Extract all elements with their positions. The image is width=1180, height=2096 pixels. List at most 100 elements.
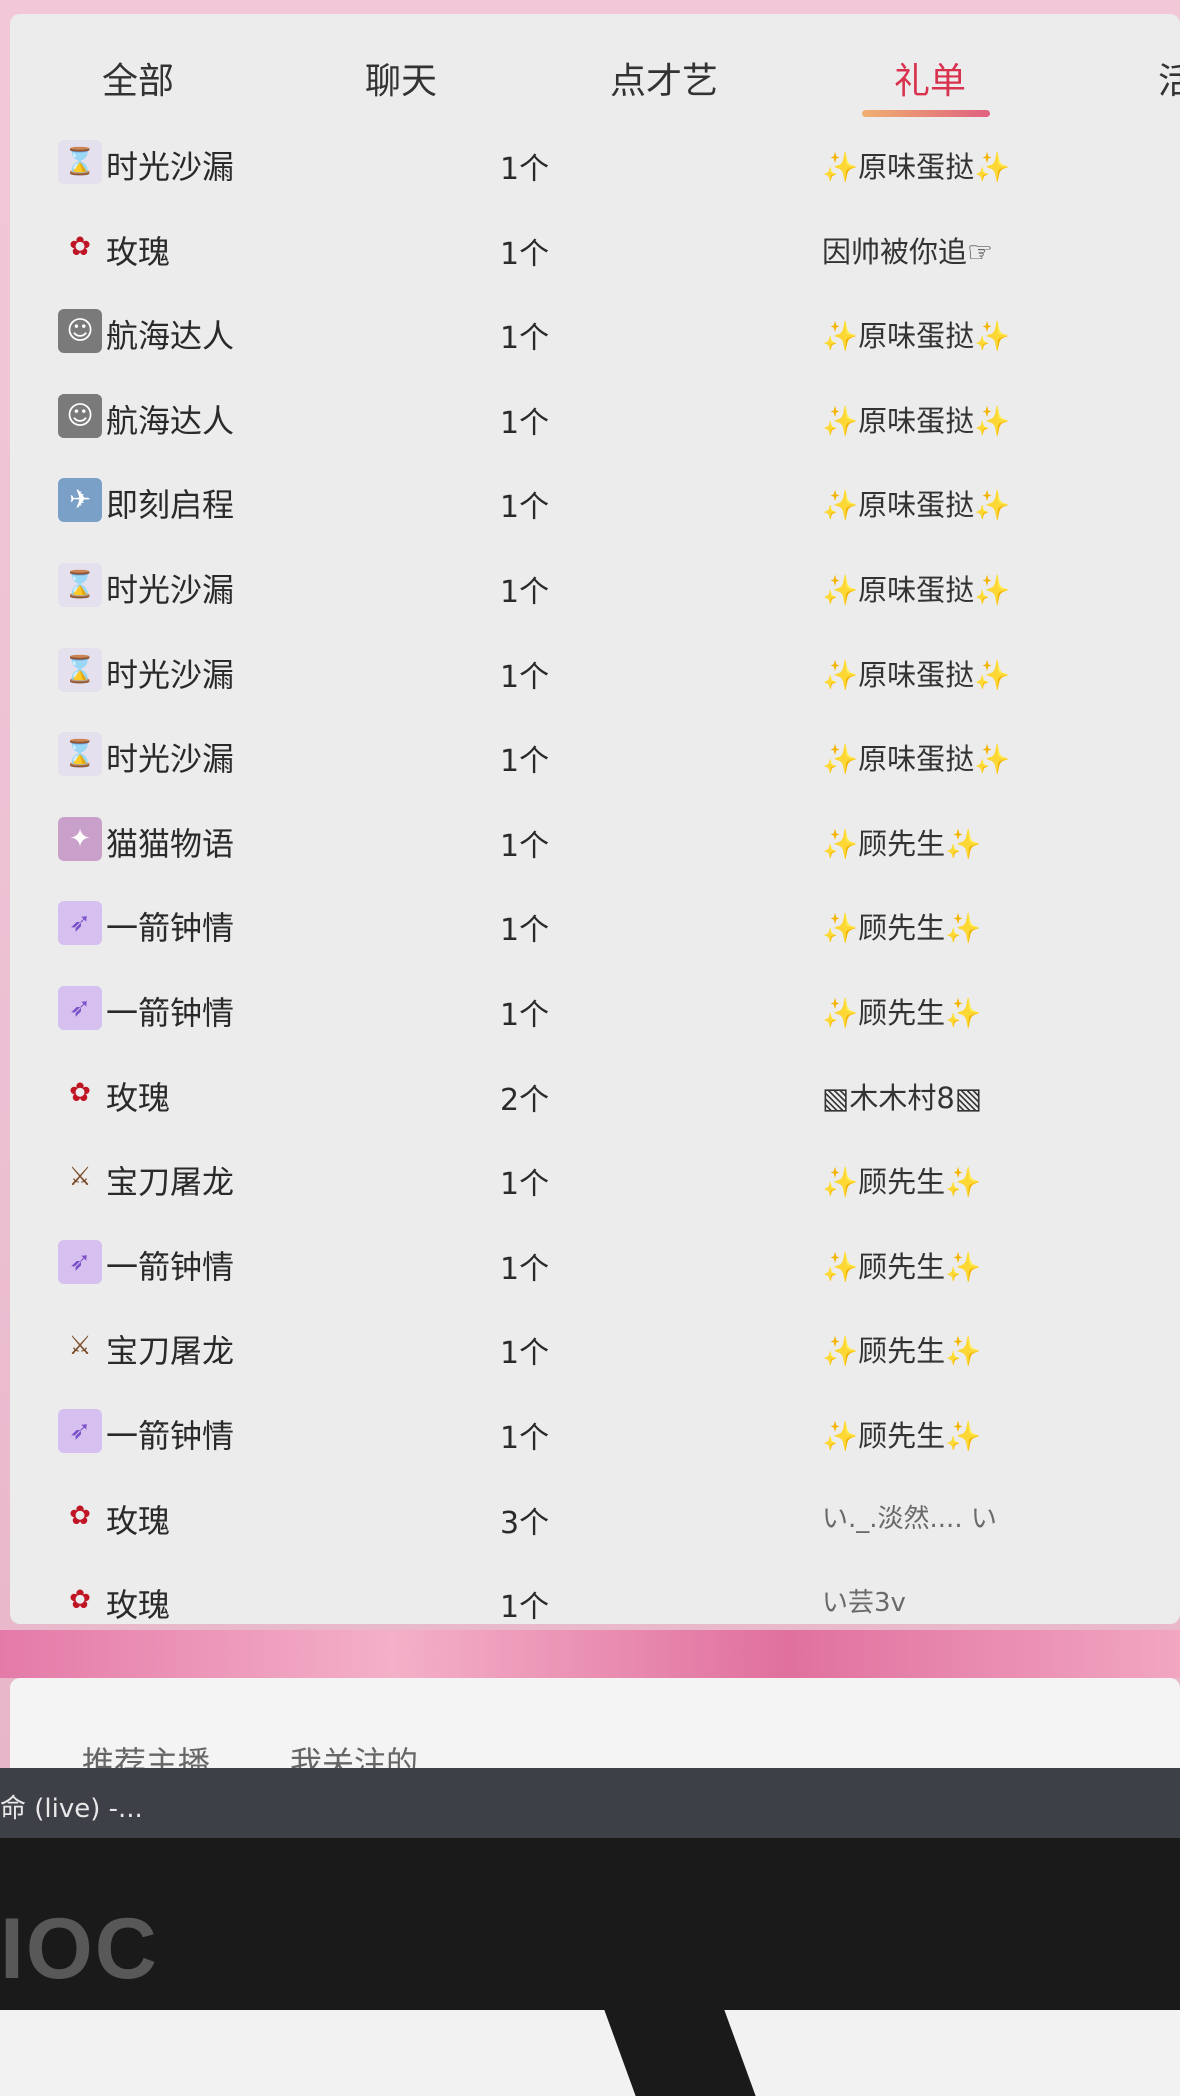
sender-name[interactable]: ✨顾先生✨ — [822, 1244, 981, 1286]
gift-count: 1个 — [500, 913, 550, 949]
sender-name[interactable]: ✨原味蛋挞✨ — [822, 567, 1010, 609]
gift-row: ✦ 猫猫物语 1个 ✨顾先生✨ — [10, 797, 1180, 881]
gift-name: 即刻启程 — [106, 486, 235, 525]
gift-row: ⌛ 时光沙漏 1个 ✨原味蛋挞✨ — [10, 712, 1180, 796]
gift-row: ⌛ 时光沙漏 1个 ✨原味蛋挞✨ — [10, 628, 1180, 712]
hourglass-icon: ⌛ — [58, 140, 102, 184]
gift-count: 2个 — [500, 1082, 550, 1118]
gift-name: 时光沙漏 — [106, 148, 235, 186]
gift-count: 1个 — [500, 321, 550, 357]
sender-name[interactable]: い芸3v — [822, 1582, 906, 1619]
active-tab-indicator — [862, 110, 990, 117]
gift-row: ☺ 航海达人 1个 ✨原味蛋挞✨ — [10, 374, 1180, 458]
cat-icon: ✦ — [58, 816, 102, 861]
pink-divider — [0, 1630, 1180, 1678]
gift-name: 时光沙漏 — [106, 740, 235, 779]
sender-name[interactable]: ✨原味蛋挞✨ — [822, 652, 1010, 694]
sailor-icon: ☺ — [58, 309, 102, 354]
gift-count: 1个 — [500, 828, 550, 864]
gift-count: 1个 — [500, 405, 550, 441]
tab-gift-list[interactable]: 礼单 — [894, 52, 966, 104]
journey-icon: ✈ — [58, 478, 102, 523]
sender-name[interactable]: ▧木木村8▧ — [822, 1075, 982, 1117]
arrow-icon: ➶ — [58, 1409, 102, 1453]
sender-name[interactable]: ✨顾先生✨ — [822, 990, 981, 1032]
gift-count: 1个 — [500, 1167, 550, 1203]
monitor-bezel — [0, 1838, 1180, 2038]
gift-row: ⌛ 时光沙漏 1个 ✨原味蛋挞✨ — [10, 120, 1180, 204]
gift-name: 一箭钟情 — [106, 994, 235, 1032]
monitor-brand-logo: IOC — [0, 1901, 159, 1997]
gift-count: 1个 — [500, 236, 550, 272]
gift-count: 1个 — [500, 490, 550, 526]
gift-row: ⚔ 宝刀屠龙 1个 ✨顾先生✨ — [10, 1135, 1180, 1219]
sailor-icon: ☺ — [58, 393, 102, 438]
tab-talent[interactable]: 点才艺 — [610, 52, 718, 104]
tab-chat[interactable]: 聊天 — [365, 52, 437, 104]
gift-list-panel: 全部 聊天 点才艺 礼单 活 ⌛ 时光沙漏 1个 ✨原味蛋挞✨ ✿ 玫瑰 1个 因帅被你追☞ ☺… — [10, 14, 1180, 1626]
gift-name: 玫瑰 — [106, 1586, 171, 1625]
gift-count: 1个 — [500, 998, 550, 1033]
sword-icon: ⚔ — [68, 1331, 92, 1362]
gift-count: 1个 — [500, 744, 550, 780]
gift-row: ✿ 玫瑰 2个 ▧木木村8▧ — [10, 1051, 1180, 1135]
rose-icon: ✿ — [69, 1500, 91, 1531]
gift-row: ➶ 一箭钟情 1个 ✨顾先生✨ — [10, 881, 1180, 965]
gift-row: ➶ 一箭钟情 1个 ✨顾先生✨ — [10, 1220, 1180, 1304]
arrow-icon: ➶ — [58, 901, 102, 946]
gift-row: ✿ 玫瑰 1个 因帅被你追☞ — [10, 205, 1180, 289]
hourglass-icon: ⌛ — [58, 563, 102, 607]
gift-name: 猫猫物语 — [106, 824, 235, 863]
gift-row: ☺ 航海达人 1个 ✨原味蛋挞✨ — [10, 289, 1180, 373]
sender-name[interactable]: ✨原味蛋挞✨ — [822, 313, 1010, 355]
gift-name: 航海达人 — [106, 317, 235, 356]
gift-count: 3个 — [500, 1505, 550, 1541]
gift-count: 1个 — [500, 1421, 550, 1456]
os-taskbar: 命 (live) -... — [0, 1768, 1180, 1838]
rose-icon: ✿ — [69, 1077, 91, 1108]
sender-name[interactable]: ✨顾先生✨ — [822, 905, 981, 947]
gift-row: ➶ 一箭钟情 1个 ✨顾先生✨ — [10, 1389, 1180, 1473]
gift-name: 玫瑰 — [106, 1501, 171, 1540]
gift-name: 一箭钟情 — [106, 1417, 235, 1455]
gift-row: ✈ 即刻启程 1个 ✨原味蛋挞✨ — [10, 458, 1180, 542]
gift-row: ✿ 玫瑰 3个 い._.淡然.... い — [10, 1474, 1180, 1558]
gift-count: 1个 — [500, 659, 550, 695]
gift-name: 时光沙漏 — [106, 571, 235, 609]
sender-name[interactable]: ✨原味蛋挞✨ — [822, 144, 1010, 186]
gift-name: 时光沙漏 — [106, 655, 235, 694]
sword-icon: ⚔ — [68, 1162, 92, 1193]
gift-row: ➶ 一箭钟情 1个 ✨顾先生✨ — [10, 966, 1180, 1050]
arrow-icon: ➶ — [58, 986, 102, 1030]
gift-count: 1个 — [500, 575, 550, 610]
sender-name[interactable]: ✨原味蛋挞✨ — [822, 482, 1010, 524]
gift-row: ⌛ 时光沙漏 1个 ✨原味蛋挞✨ — [10, 543, 1180, 627]
hourglass-icon: ⌛ — [58, 647, 102, 692]
hourglass-icon: ⌛ — [58, 732, 102, 777]
gift-name: 一箭钟情 — [106, 1247, 235, 1286]
gift-name: 一箭钟情 — [106, 909, 235, 948]
sender-name[interactable]: 因帅被你追☞ — [822, 229, 993, 271]
sender-name[interactable]: ✨原味蛋挞✨ — [822, 398, 1010, 440]
rose-icon: ✿ — [69, 1585, 91, 1616]
gift-name: 玫瑰 — [106, 232, 171, 271]
sender-name[interactable]: ✨顾先生✨ — [822, 1328, 981, 1370]
tab-activity[interactable]: 活 — [1158, 52, 1180, 104]
rose-icon: ✿ — [69, 231, 91, 262]
arrow-icon: ➶ — [58, 1239, 102, 1284]
sender-name[interactable]: ✨顾先生✨ — [822, 821, 981, 863]
gift-count: 1个 — [500, 1590, 550, 1626]
taskbar-window-title[interactable]: 命 (live) -... — [0, 1788, 143, 1825]
gift-name: 宝刀屠龙 — [106, 1163, 235, 1202]
desk-background — [0, 2010, 1180, 2096]
gift-count: 1个 — [500, 1251, 550, 1287]
sender-name[interactable]: ✨顾先生✨ — [822, 1159, 981, 1201]
gift-name: 宝刀屠龙 — [106, 1332, 235, 1371]
tab-bar: 全部 聊天 点才艺 礼单 活 — [10, 14, 1180, 120]
sender-name[interactable]: ✨顾先生✨ — [822, 1413, 981, 1455]
gift-count: 1个 — [500, 1336, 550, 1372]
sender-name[interactable]: い._.淡然.... い — [822, 1498, 997, 1535]
tab-all[interactable]: 全部 — [102, 52, 174, 104]
sender-name[interactable]: ✨原味蛋挞✨ — [822, 736, 1010, 778]
gift-count: 1个 — [500, 152, 550, 187]
